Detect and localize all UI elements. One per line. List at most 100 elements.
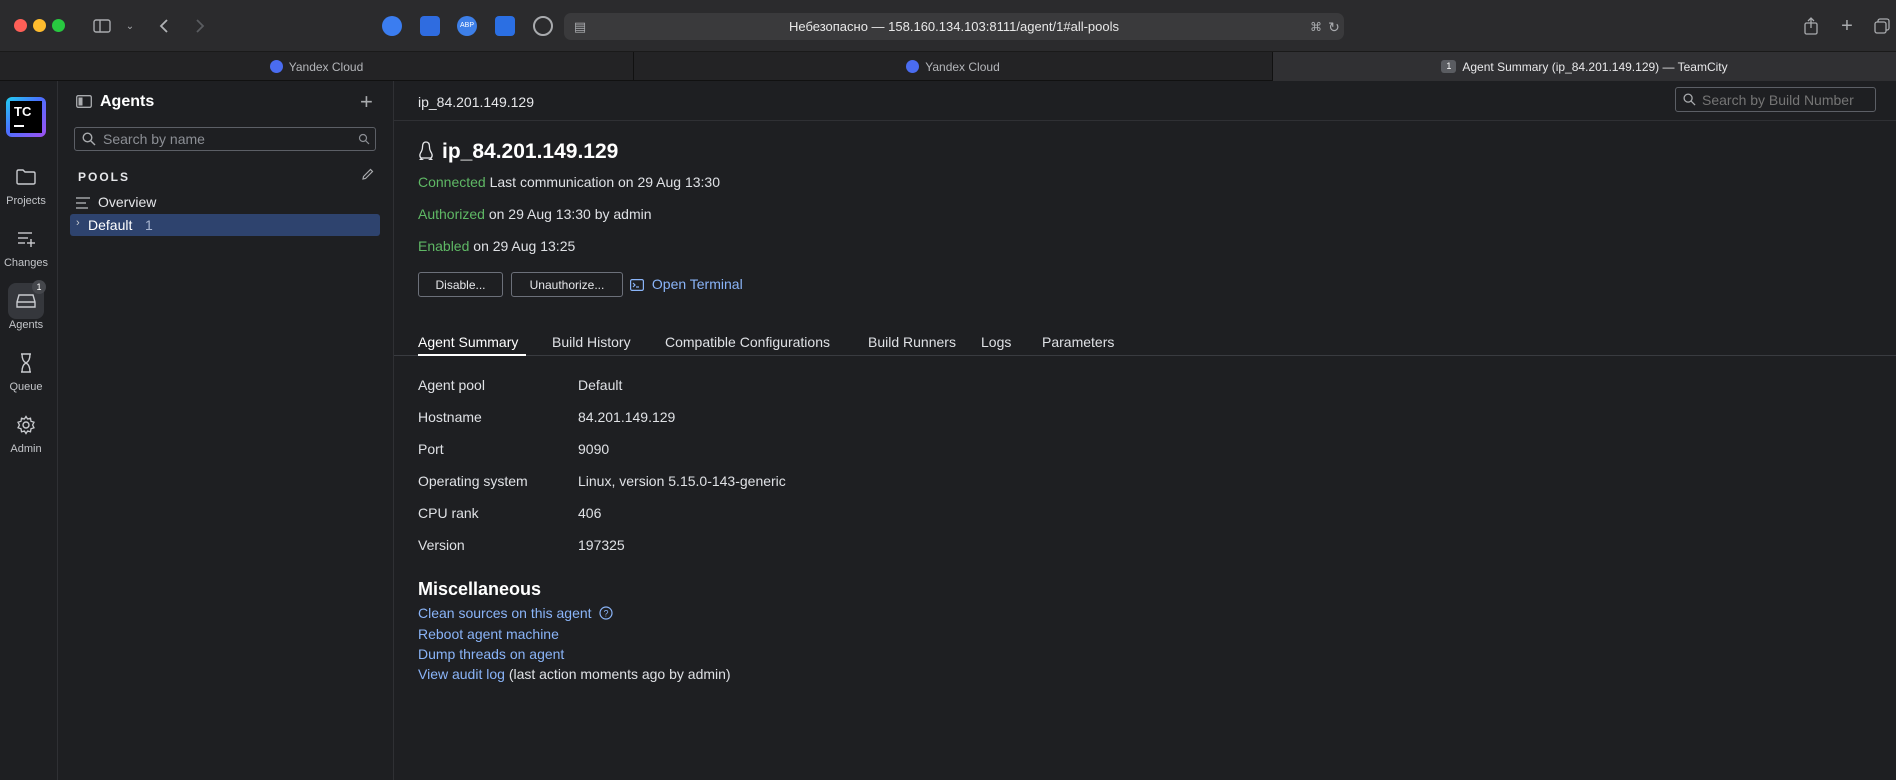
property-value: 84.201.149.129 bbox=[578, 409, 676, 425]
edit-pools-icon[interactable] bbox=[361, 167, 375, 186]
forward-icon[interactable] bbox=[188, 14, 212, 38]
agent-pool-link[interactable]: Default bbox=[578, 377, 622, 393]
reload-icon[interactable]: ↻ bbox=[1322, 15, 1346, 39]
rail-changes[interactable]: Changes bbox=[0, 227, 52, 269]
open-terminal-label: Open Terminal bbox=[651, 276, 743, 292]
search-icon bbox=[82, 132, 96, 151]
pool-name: Default bbox=[88, 217, 133, 233]
property-label: Hostname bbox=[418, 409, 482, 425]
help-icon[interactable]: ? bbox=[599, 606, 614, 623]
build-number-search[interactable] bbox=[1675, 87, 1876, 112]
svg-text:?: ? bbox=[604, 609, 609, 619]
sidebar-item-default-pool[interactable]: › Default 1 bbox=[70, 214, 380, 236]
close-window-button[interactable] bbox=[14, 19, 27, 32]
adblock-extension-icon[interactable]: ABP bbox=[457, 16, 477, 36]
property-value: 406 bbox=[578, 505, 602, 521]
browser-tab-active[interactable]: 1 Agent Summary (ip_84.201.149.129) — Te… bbox=[1273, 52, 1896, 81]
logo-text: TC bbox=[14, 104, 32, 119]
rail-admin[interactable]: Admin bbox=[0, 413, 52, 455]
property-label: Version bbox=[418, 537, 465, 553]
property-label: Agent pool bbox=[418, 377, 485, 393]
browser-tab-bar: Yandex Cloud Yandex Cloud 1 Agent Summar… bbox=[0, 52, 1896, 81]
tab-build-history[interactable]: Build History bbox=[552, 334, 631, 350]
share-icon[interactable] bbox=[1799, 14, 1823, 38]
chevron-down-icon[interactable]: ⌄ bbox=[118, 14, 142, 38]
status-enabled: Enabled bbox=[418, 238, 470, 254]
browser-tab[interactable]: Yandex Cloud bbox=[634, 52, 1273, 81]
sidebar-toggle-icon[interactable] bbox=[90, 14, 114, 38]
search-icon bbox=[1683, 93, 1696, 111]
back-icon[interactable] bbox=[152, 14, 176, 38]
browser-tab[interactable]: Yandex Cloud bbox=[0, 52, 634, 81]
agent-summary-page: ip_84.201.149.129 ip_84.201.149.129 Conn… bbox=[394, 81, 1896, 780]
hourglass-icon bbox=[14, 351, 38, 375]
property-label: CPU rank bbox=[418, 505, 479, 521]
property-value: 197325 bbox=[578, 537, 625, 553]
tab-agent-summary[interactable]: Agent Summary bbox=[418, 334, 518, 350]
tab-parameters[interactable]: Parameters bbox=[1042, 334, 1114, 350]
search-input[interactable] bbox=[103, 130, 343, 148]
pool-agent-count: 1 bbox=[145, 217, 153, 233]
new-tab-icon[interactable]: + bbox=[1835, 14, 1859, 38]
add-agent-icon[interactable]: + bbox=[360, 89, 373, 115]
search-options-icon[interactable] bbox=[358, 132, 370, 150]
clean-sources-row: Clean sources on this agent ? bbox=[418, 605, 614, 623]
shield-extension-icon[interactable] bbox=[420, 16, 440, 36]
yandex-cloud-icon bbox=[269, 60, 283, 73]
maximize-window-button[interactable] bbox=[52, 19, 65, 32]
chevron-right-icon[interactable]: › bbox=[76, 217, 80, 229]
rail-projects[interactable]: Projects bbox=[0, 165, 52, 207]
breadcrumb: ip_84.201.149.129 bbox=[394, 81, 1896, 121]
open-terminal-link[interactable]: Open Terminal bbox=[630, 276, 743, 294]
main-nav-rail: TC Projects Changes 1 Agents Queue Admin bbox=[0, 81, 58, 780]
status-authorized-text: on 29 Aug 13:30 by admin bbox=[488, 206, 652, 222]
changes-icon bbox=[14, 227, 38, 251]
tab-logs[interactable]: Logs bbox=[981, 334, 1011, 350]
rail-label: Changes bbox=[3, 257, 49, 269]
miscellaneous-heading: Miscellaneous bbox=[418, 579, 542, 599]
property-value: 9090 bbox=[578, 441, 610, 457]
rail-queue[interactable]: Queue bbox=[0, 351, 52, 393]
status-authorized: Authorized bbox=[418, 206, 485, 222]
check-shield-extension-icon[interactable] bbox=[495, 16, 515, 36]
tab-compatible-configurations[interactable]: Compatible Configurations bbox=[665, 334, 830, 350]
compass-extension-icon[interactable] bbox=[382, 16, 402, 36]
property-value: Linux, version 5.15.0-143-generic bbox=[578, 473, 786, 489]
clean-sources-link[interactable]: Clean sources on this agent bbox=[418, 605, 592, 621]
browser-titlebar: ⌄ ABP ▤ Небезопасно — 158.160.134.103:81… bbox=[0, 0, 1896, 52]
rail-agents[interactable]: Agents bbox=[0, 289, 52, 331]
sidebar-item-label: Overview bbox=[98, 194, 157, 210]
rail-label: Queue bbox=[9, 381, 43, 393]
record-extension-icon[interactable] bbox=[533, 16, 553, 36]
view-audit-log-link[interactable]: View audit log bbox=[418, 666, 505, 682]
tab-overview-icon[interactable] bbox=[1870, 14, 1894, 38]
active-tab-underline bbox=[418, 354, 526, 356]
dump-threads-link[interactable]: Dump threads on agent bbox=[418, 646, 564, 662]
build-number-search-input[interactable] bbox=[1702, 91, 1872, 108]
linux-icon bbox=[418, 141, 434, 166]
collapse-sidebar-icon[interactable] bbox=[76, 95, 92, 113]
browser-tab-label: Agent Summary (ip_84.201.149.129) — Team… bbox=[1462, 59, 1728, 74]
enabled-status: Enabled on 29 Aug 13:25 bbox=[418, 238, 575, 254]
disable-button[interactable]: Disable... bbox=[418, 272, 503, 297]
unauthorize-button[interactable]: Unauthorize... bbox=[511, 272, 623, 297]
authorization-status: Authorized on 29 Aug 13:30 by admin bbox=[418, 206, 652, 222]
rail-label: Projects bbox=[6, 195, 46, 207]
agent-search[interactable] bbox=[74, 127, 376, 151]
gear-icon bbox=[14, 413, 38, 437]
sidebar-item-overview[interactable]: Overview bbox=[58, 191, 394, 213]
reboot-agent-link[interactable]: Reboot agent machine bbox=[418, 626, 559, 642]
agents-sidebar: Agents + POOLS Overview › Default 1 bbox=[58, 81, 394, 780]
tab-build-runners[interactable]: Build Runners bbox=[868, 334, 956, 350]
sidebar-title: Agents bbox=[100, 93, 155, 110]
breadcrumb-agent-name: ip_84.201.149.129 bbox=[418, 94, 534, 110]
property-label: Operating system bbox=[418, 473, 528, 489]
rail-label: Admin bbox=[10, 443, 42, 455]
status-connected: Connected bbox=[418, 174, 486, 190]
browser-tab-label: Yandex Cloud bbox=[925, 59, 1000, 74]
address-bar[interactable]: ▤ Небезопасно — 158.160.134.103:8111/age… bbox=[564, 13, 1344, 40]
terminal-icon bbox=[630, 278, 645, 294]
url-security-prefix: Небезопасно — bbox=[789, 19, 889, 34]
teamcity-logo[interactable]: TC bbox=[6, 97, 46, 137]
minimize-window-button[interactable] bbox=[33, 19, 46, 32]
